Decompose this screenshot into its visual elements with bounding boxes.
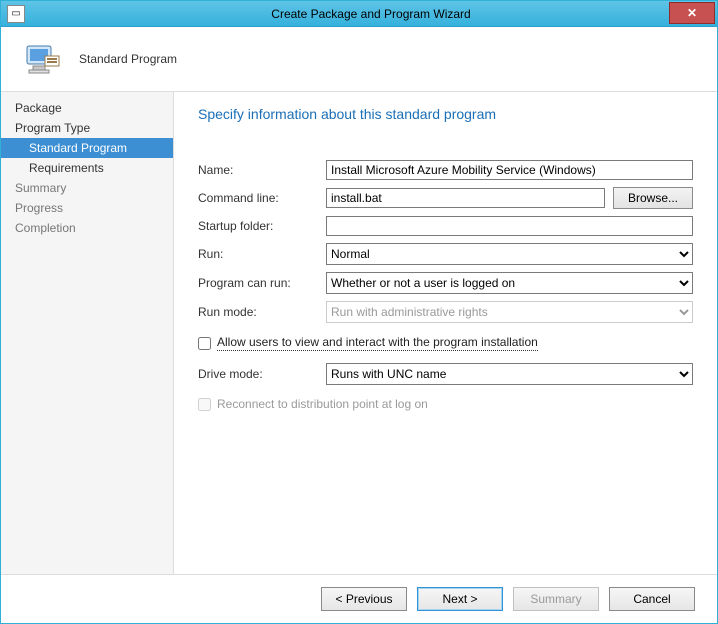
sidebar-item-summary[interactable]: Summary bbox=[1, 178, 173, 198]
browse-button[interactable]: Browse... bbox=[613, 187, 693, 209]
command-line-field[interactable] bbox=[326, 188, 605, 208]
wizard-header: Standard Program bbox=[1, 27, 717, 91]
content-area: Package Program Type Standard Program Re… bbox=[1, 91, 717, 575]
program-can-run-select[interactable]: Whether or not a user is logged on bbox=[326, 272, 693, 294]
name-field[interactable] bbox=[326, 160, 693, 180]
row-canrun: Program can run: Whether or not a user i… bbox=[198, 272, 693, 294]
run-select[interactable]: Normal bbox=[326, 243, 693, 265]
allow-interact-label: Allow users to view and interact with th… bbox=[217, 335, 538, 351]
row-reconnect: Reconnect to distribution point at log o… bbox=[198, 397, 693, 411]
previous-button[interactable]: < Previous bbox=[321, 587, 407, 611]
wizard-window: ▭ Create Package and Program Wizard ✕ St… bbox=[0, 0, 718, 624]
startup-folder-field[interactable] bbox=[326, 216, 693, 236]
app-icon: ▭ bbox=[7, 5, 25, 23]
form-heading: Specify information about this standard … bbox=[198, 106, 693, 122]
sidebar-item-progress[interactable]: Progress bbox=[1, 198, 173, 218]
sidebar-item-package[interactable]: Package bbox=[1, 98, 173, 118]
label-canrun: Program can run: bbox=[198, 276, 326, 290]
form-panel: Specify information about this standard … bbox=[174, 92, 717, 574]
row-drive: Drive mode: Runs with UNC name bbox=[198, 363, 693, 385]
sidebar-item-completion[interactable]: Completion bbox=[1, 218, 173, 238]
computer-icon bbox=[23, 40, 61, 78]
close-button[interactable]: ✕ bbox=[669, 2, 715, 24]
row-runmode: Run mode: Run with administrative rights bbox=[198, 301, 693, 323]
label-startup: Startup folder: bbox=[198, 219, 326, 233]
label-cmd: Command line: bbox=[198, 191, 326, 205]
row-allow-interact[interactable]: Allow users to view and interact with th… bbox=[198, 335, 693, 351]
reconnect-checkbox bbox=[198, 398, 211, 411]
run-mode-select: Run with administrative rights bbox=[326, 301, 693, 323]
wizard-actions: < Previous Next > Summary Cancel bbox=[1, 575, 717, 623]
summary-button: Summary bbox=[513, 587, 599, 611]
wizard-steps: Package Program Type Standard Program Re… bbox=[1, 92, 174, 574]
label-name: Name: bbox=[198, 163, 326, 177]
next-button[interactable]: Next > bbox=[417, 587, 503, 611]
row-cmd: Command line: Browse... bbox=[198, 187, 693, 209]
row-name: Name: bbox=[198, 160, 693, 180]
sidebar-item-standard-program[interactable]: Standard Program bbox=[1, 138, 173, 158]
titlebar[interactable]: ▭ Create Package and Program Wizard ✕ bbox=[1, 1, 717, 27]
window-body: Standard Program Package Program Type St… bbox=[1, 27, 717, 623]
row-startup: Startup folder: bbox=[198, 216, 693, 236]
label-run: Run: bbox=[198, 247, 326, 261]
label-runmode: Run mode: bbox=[198, 305, 326, 319]
label-drive: Drive mode: bbox=[198, 367, 326, 381]
cancel-button[interactable]: Cancel bbox=[609, 587, 695, 611]
sidebar-item-program-type[interactable]: Program Type bbox=[1, 118, 173, 138]
allow-interact-checkbox[interactable] bbox=[198, 337, 211, 350]
row-run: Run: Normal bbox=[198, 243, 693, 265]
reconnect-label: Reconnect to distribution point at log o… bbox=[217, 397, 428, 411]
window-title: Create Package and Program Wizard bbox=[25, 7, 717, 21]
drive-mode-select[interactable]: Runs with UNC name bbox=[326, 363, 693, 385]
page-title: Standard Program bbox=[79, 52, 177, 66]
sidebar-item-requirements[interactable]: Requirements bbox=[1, 158, 173, 178]
